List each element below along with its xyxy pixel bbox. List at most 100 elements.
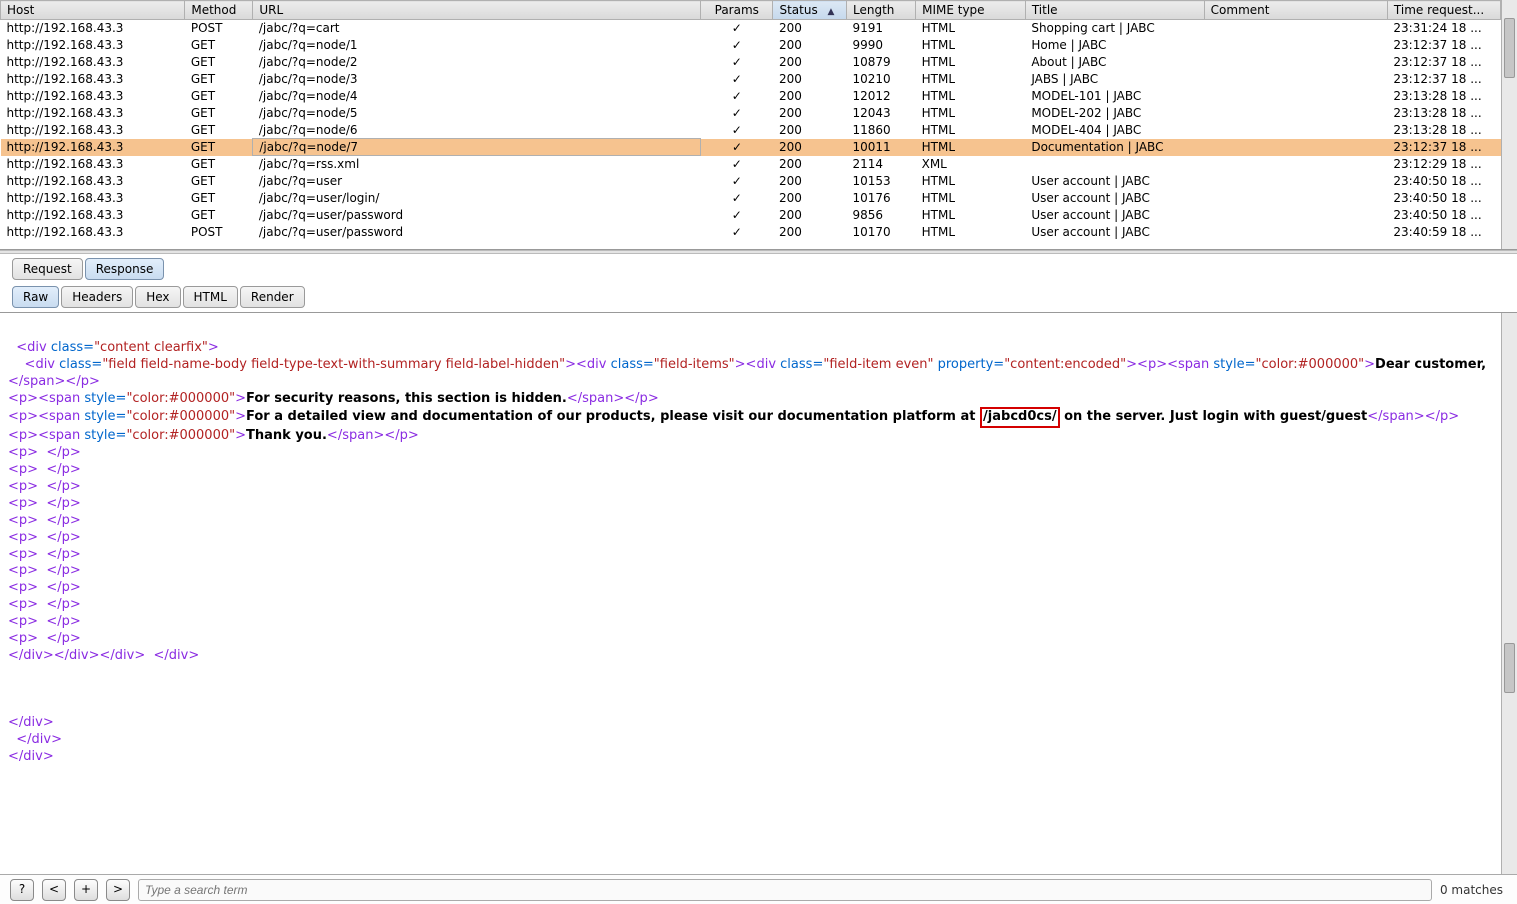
- table-row[interactable]: http://192.168.43.3GET/jabc/?q=user/pass…: [1, 207, 1501, 224]
- cell-mime: HTML: [916, 122, 1026, 139]
- cell-host: http://192.168.43.3: [1, 190, 185, 207]
- cell-host: http://192.168.43.3: [1, 173, 185, 190]
- raw-response-view[interactable]: <div class="content clearfix"> <div clas…: [0, 313, 1501, 874]
- cell-time: 23:12:37 18 ...: [1387, 71, 1500, 88]
- column-header-status[interactable]: Status ▲: [773, 1, 847, 20]
- cell-mime: HTML: [916, 71, 1026, 88]
- next-match-button[interactable]: >: [106, 879, 130, 901]
- column-header-time[interactable]: Time request...: [1387, 1, 1500, 20]
- cell-time: 23:31:24 18 ...: [1387, 20, 1500, 37]
- cell-length: 10153: [846, 173, 915, 190]
- cell-host: http://192.168.43.3: [1, 207, 185, 224]
- cell-length: 10879: [846, 54, 915, 71]
- cell-mime: HTML: [916, 88, 1026, 105]
- http-history-table[interactable]: HostMethodURLParamsStatus ▲LengthMIME ty…: [0, 0, 1517, 250]
- prev-match-button[interactable]: <: [42, 879, 66, 901]
- cell-title: MODEL-202 | JABC: [1025, 105, 1204, 122]
- cell-length: 11860: [846, 122, 915, 139]
- table-row[interactable]: http://192.168.43.3GET/jabc/?q=user/logi…: [1, 190, 1501, 207]
- table-row[interactable]: http://192.168.43.3GET/jabc/?q=node/7✓20…: [1, 139, 1501, 156]
- cell-params: ✓: [701, 20, 773, 37]
- cell-url: /jabc/?q=node/7: [253, 139, 701, 156]
- cell-title: About | JABC: [1025, 54, 1204, 71]
- cell-title: User account | JABC: [1025, 173, 1204, 190]
- cell-comment: [1204, 71, 1387, 88]
- cell-method: POST: [185, 224, 253, 241]
- cell-length: 10210: [846, 71, 915, 88]
- table-row[interactable]: http://192.168.43.3POST/jabc/?q=cart✓200…: [1, 20, 1501, 37]
- cell-status: 200: [773, 139, 847, 156]
- cell-comment: [1204, 190, 1387, 207]
- cell-host: http://192.168.43.3: [1, 139, 185, 156]
- cell-length: 9191: [846, 20, 915, 37]
- table-row[interactable]: http://192.168.43.3GET/jabc/?q=node/6✓20…: [1, 122, 1501, 139]
- cell-status: 200: [773, 173, 847, 190]
- subtab-hex[interactable]: Hex: [135, 286, 180, 308]
- help-button[interactable]: ?: [10, 879, 34, 901]
- subtab-headers[interactable]: Headers: [61, 286, 133, 308]
- cell-method: GET: [185, 88, 253, 105]
- cell-host: http://192.168.43.3: [1, 54, 185, 71]
- table-header-row[interactable]: HostMethodURLParamsStatus ▲LengthMIME ty…: [1, 1, 1501, 20]
- subtab-render[interactable]: Render: [240, 286, 305, 308]
- content-vertical-scrollbar[interactable]: [1501, 313, 1517, 874]
- cell-params: ✓: [701, 173, 773, 190]
- cell-url: /jabc/?q=node/5: [253, 105, 701, 122]
- cell-mime: HTML: [916, 224, 1026, 241]
- cell-mime: HTML: [916, 54, 1026, 71]
- cell-time: 23:40:50 18 ...: [1387, 190, 1500, 207]
- cell-length: 10170: [846, 224, 915, 241]
- cell-length: 10011: [846, 139, 915, 156]
- subtab-html[interactable]: HTML: [183, 286, 238, 308]
- column-header-method[interactable]: Method: [185, 1, 253, 20]
- cell-method: GET: [185, 37, 253, 54]
- search-input[interactable]: [138, 879, 1432, 901]
- column-header-url[interactable]: URL: [253, 1, 701, 20]
- column-header-host[interactable]: Host: [1, 1, 185, 20]
- table-row[interactable]: http://192.168.43.3GET/jabc/?q=node/1✓20…: [1, 37, 1501, 54]
- match-count-label: 0 matches: [1440, 883, 1507, 897]
- table-row[interactable]: http://192.168.43.3GET/jabc/?q=node/5✓20…: [1, 105, 1501, 122]
- cell-status: 200: [773, 71, 847, 88]
- cell-mime: HTML: [916, 139, 1026, 156]
- cell-params: ✓: [701, 105, 773, 122]
- cell-status: 200: [773, 156, 847, 173]
- cell-comment: [1204, 20, 1387, 37]
- cell-url: /jabc/?q=node/2: [253, 54, 701, 71]
- cell-host: http://192.168.43.3: [1, 20, 185, 37]
- cell-comment: [1204, 105, 1387, 122]
- table-row[interactable]: http://192.168.43.3GET/jabc/?q=node/3✓20…: [1, 71, 1501, 88]
- cell-comment: [1204, 173, 1387, 190]
- table-row[interactable]: http://192.168.43.3GET/jabc/?q=rss.xml✓2…: [1, 156, 1501, 173]
- table-row[interactable]: http://192.168.43.3GET/jabc/?q=node/4✓20…: [1, 88, 1501, 105]
- column-header-length[interactable]: Length: [846, 1, 915, 20]
- cell-title: Documentation | JABC: [1025, 139, 1204, 156]
- cell-mime: HTML: [916, 173, 1026, 190]
- column-header-title[interactable]: Title: [1025, 1, 1204, 20]
- column-header-comment[interactable]: Comment: [1204, 1, 1387, 20]
- cell-mime: XML: [916, 156, 1026, 173]
- cell-time: 23:12:37 18 ...: [1387, 37, 1500, 54]
- cell-host: http://192.168.43.3: [1, 156, 185, 173]
- cell-time: 23:12:37 18 ...: [1387, 54, 1500, 71]
- table-row[interactable]: http://192.168.43.3GET/jabc/?q=node/2✓20…: [1, 54, 1501, 71]
- cell-comment: [1204, 156, 1387, 173]
- tab-request[interactable]: Request: [12, 258, 83, 280]
- cell-length: 2114: [846, 156, 915, 173]
- table-vertical-scrollbar[interactable]: [1501, 0, 1517, 249]
- cell-status: 200: [773, 20, 847, 37]
- column-header-params[interactable]: Params: [701, 1, 773, 20]
- table-row[interactable]: http://192.168.43.3GET/jabc/?q=user✓2001…: [1, 173, 1501, 190]
- column-header-mime[interactable]: MIME type: [916, 1, 1026, 20]
- tab-response[interactable]: Response: [85, 258, 165, 280]
- cell-method: GET: [185, 122, 253, 139]
- cell-status: 200: [773, 105, 847, 122]
- add-button[interactable]: +: [74, 879, 98, 901]
- cell-params: ✓: [701, 139, 773, 156]
- cell-params: ✓: [701, 207, 773, 224]
- cell-url: /jabc/?q=user/password: [253, 207, 701, 224]
- table-row[interactable]: http://192.168.43.3POST/jabc/?q=user/pas…: [1, 224, 1501, 241]
- subtab-raw[interactable]: Raw: [12, 286, 59, 308]
- cell-method: GET: [185, 190, 253, 207]
- cell-time: 23:13:28 18 ...: [1387, 88, 1500, 105]
